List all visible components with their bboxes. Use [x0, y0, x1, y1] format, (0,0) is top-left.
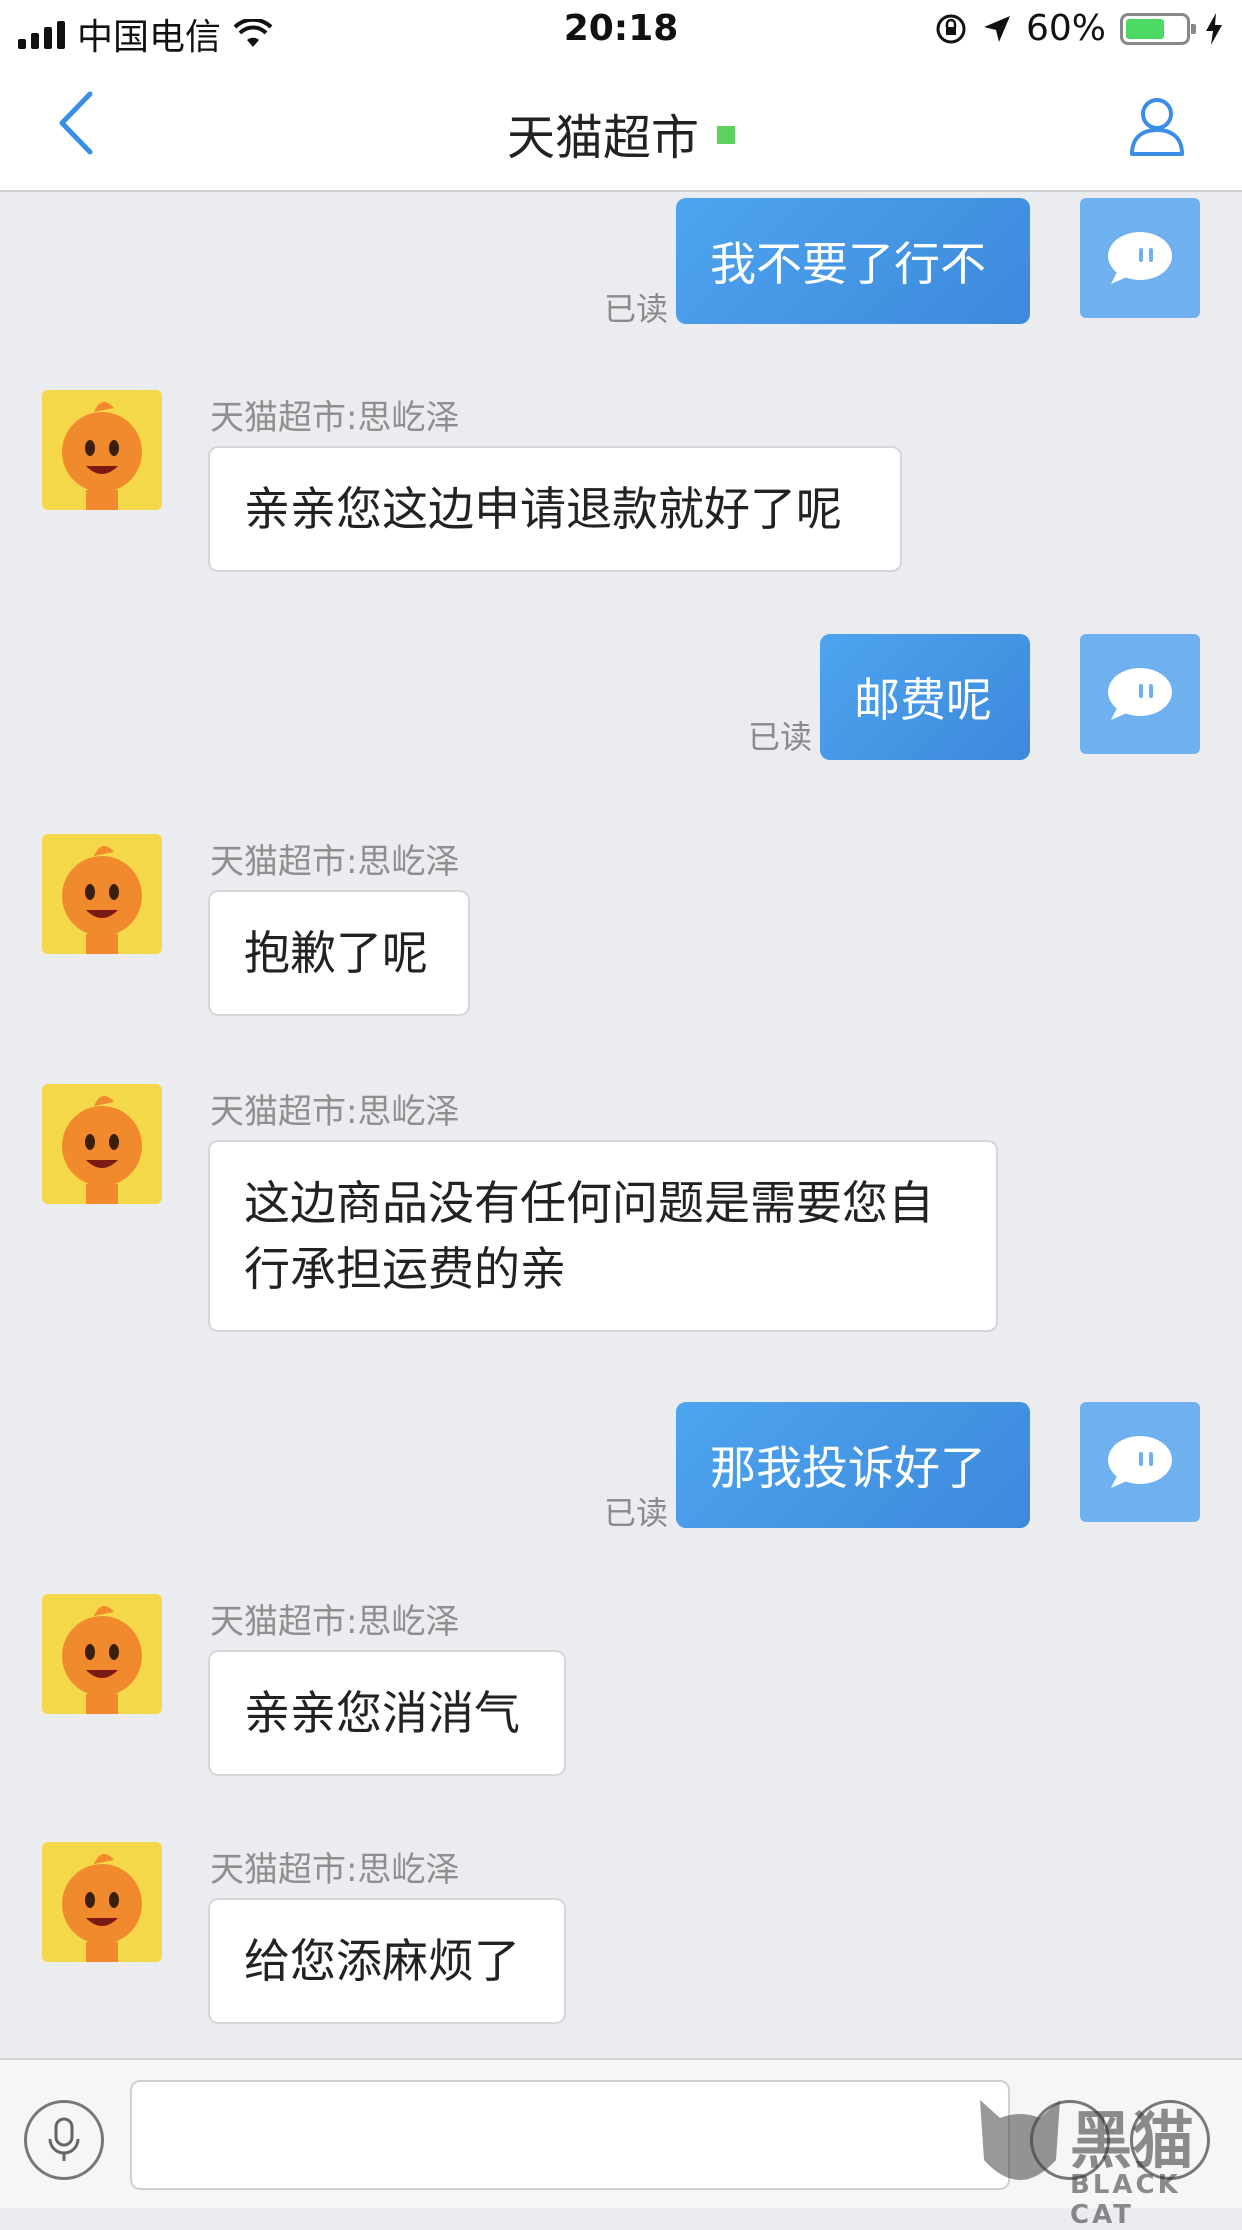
microphone-glyph-icon	[48, 2117, 80, 2161]
sender-name: 天猫超市:思屹泽	[210, 1850, 460, 1890]
service-avatar[interactable]	[42, 834, 162, 954]
sender-name: 天猫超市:思屹泽	[210, 1092, 460, 1132]
chat-bubble-avatar-icon	[1108, 668, 1172, 720]
status-bar: 中国电信 20:18 60%	[0, 0, 1242, 62]
nav-bar: 天猫超市	[0, 62, 1242, 192]
service-avatar[interactable]	[42, 1594, 162, 1714]
message-bubble-sent[interactable]: 邮费呢	[820, 634, 1030, 760]
battery-icon	[1120, 12, 1196, 45]
battery-percent: 60%	[1025, 8, 1106, 49]
read-status: 已读	[603, 1494, 668, 1532]
watermark-subtext: BLACK CAT	[1070, 2170, 1181, 2230]
user-avatar[interactable]	[1080, 1402, 1200, 1522]
service-avatar[interactable]	[42, 1084, 162, 1204]
message-bubble-received[interactable]: 给您添麻烦了	[208, 1898, 566, 2024]
mascot-avatar-icon	[62, 1095, 142, 1204]
service-avatar[interactable]	[42, 390, 162, 510]
read-status: 已读	[747, 718, 812, 756]
mascot-avatar-icon	[62, 1605, 142, 1714]
rotation-lock-icon	[936, 14, 966, 43]
charging-icon	[1206, 12, 1222, 45]
online-status-dot	[717, 126, 735, 144]
message-line: 这边商品没有任何问题是需要您自	[244, 1176, 934, 1230]
title-text: 天猫超市	[506, 110, 699, 166]
read-status: 已读	[603, 290, 668, 328]
chat-bubble-avatar-icon	[1108, 232, 1172, 284]
message-bubble-received[interactable]: 亲亲您消消气	[208, 1650, 566, 1776]
watermark: 黑猫 BLACK CAT	[970, 2090, 1240, 2230]
sender-name: 天猫超市:思屹泽	[210, 1602, 460, 1642]
cat-logo-icon	[980, 2100, 1060, 2180]
message-bubble-received[interactable]: 这边商品没有任何问题是需要您自 行承担运费的亲	[208, 1140, 998, 1332]
message-bubble-received[interactable]: 亲亲您这边申请退款就好了呢	[208, 446, 902, 572]
message-input[interactable]	[130, 2080, 1010, 2190]
user-avatar[interactable]	[1080, 634, 1200, 754]
message-bubble-received[interactable]: 抱歉了呢	[208, 890, 470, 1016]
microphone-icon[interactable]	[24, 2100, 104, 2180]
message-bubble-sent[interactable]: 我不要了行不	[676, 198, 1030, 324]
mascot-avatar-icon	[62, 1853, 142, 1962]
mascot-avatar-icon	[62, 845, 142, 954]
status-right: 60%	[934, 8, 1224, 49]
page-title: 天猫超市	[0, 98, 1242, 168]
sender-name: 天猫超市:思屹泽	[210, 398, 460, 438]
mascot-avatar-icon	[62, 401, 142, 510]
person-icon[interactable]	[1122, 90, 1192, 160]
message-bubble-sent[interactable]: 那我投诉好了	[676, 1402, 1030, 1528]
watermark-text: 黑猫	[1070, 2104, 1195, 2177]
service-avatar[interactable]	[42, 1842, 162, 1962]
user-avatar[interactable]	[1080, 198, 1200, 318]
location-icon	[983, 15, 1010, 42]
message-line: 行承担运费的亲	[244, 1242, 566, 1296]
sender-name: 天猫超市:思屹泽	[210, 842, 460, 882]
chat-bubble-avatar-icon	[1108, 1436, 1172, 1488]
